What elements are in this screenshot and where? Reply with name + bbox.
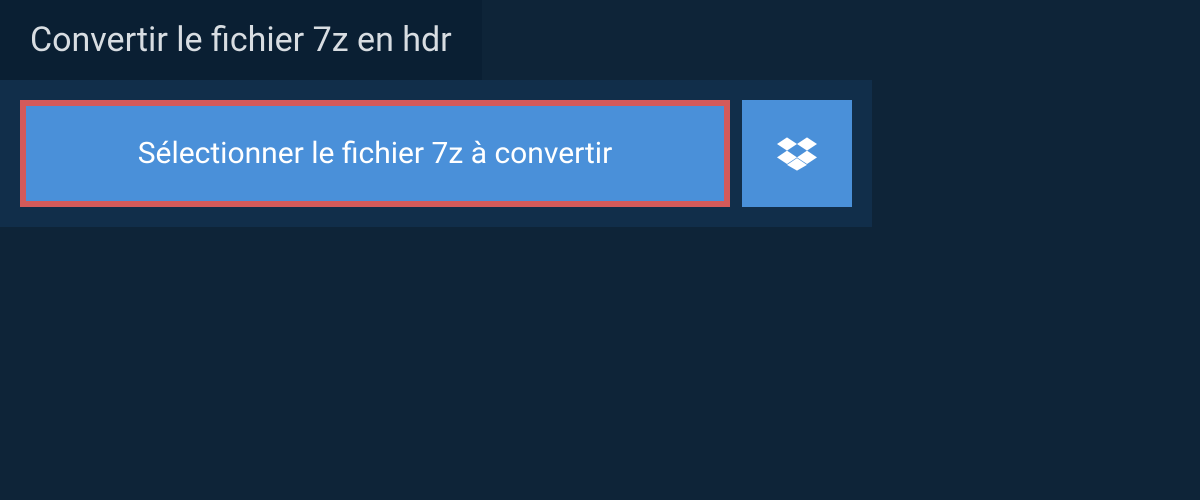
dropbox-icon bbox=[777, 134, 817, 174]
page-title: Convertir le fichier 7z en hdr bbox=[30, 20, 452, 60]
upload-panel: Sélectionner le fichier 7z à convertir bbox=[0, 80, 872, 227]
select-file-button[interactable]: Sélectionner le fichier 7z à convertir bbox=[20, 100, 730, 207]
header-tab: Convertir le fichier 7z en hdr bbox=[0, 0, 482, 80]
dropbox-button[interactable] bbox=[742, 100, 852, 207]
select-file-button-label: Sélectionner le fichier 7z à convertir bbox=[138, 136, 613, 171]
